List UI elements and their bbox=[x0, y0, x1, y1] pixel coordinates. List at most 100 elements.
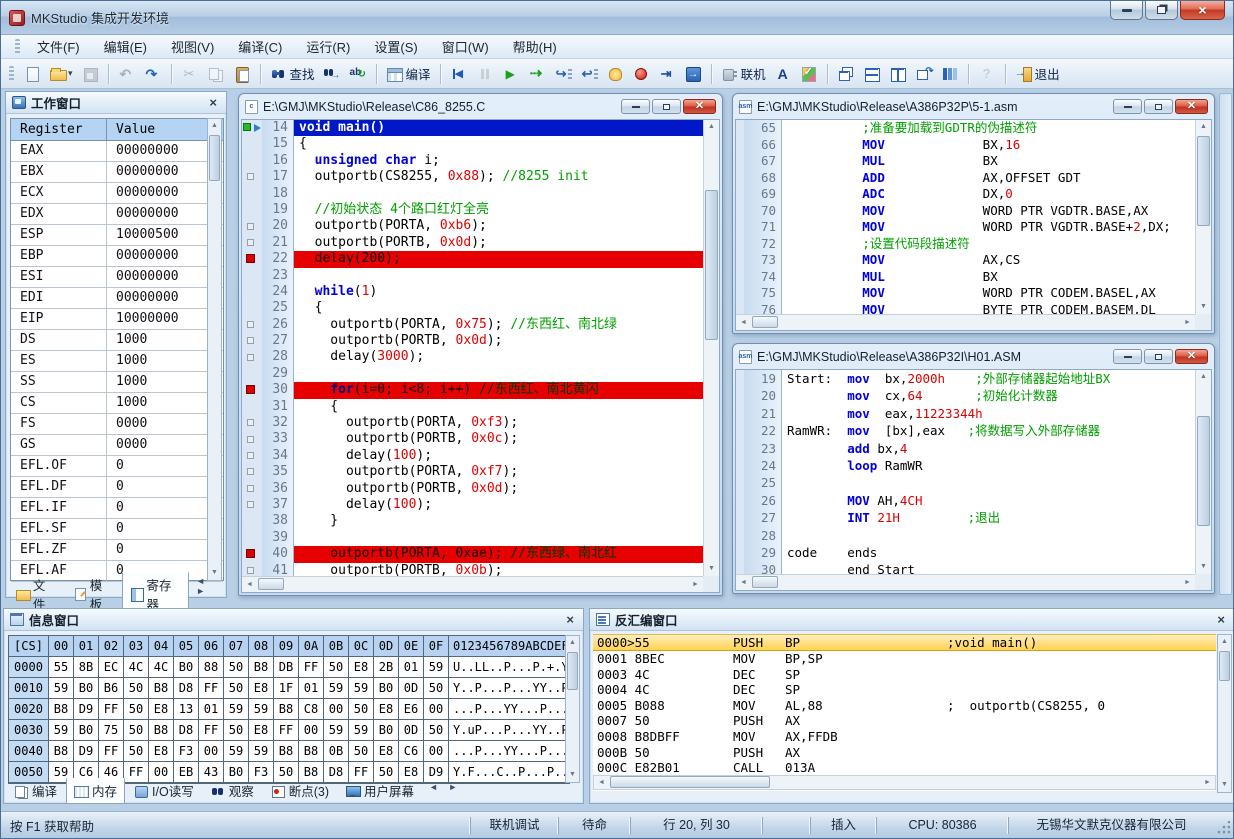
hex-byte-cell[interactable]: B8 bbox=[49, 741, 74, 762]
hex-byte-cell[interactable]: 59 bbox=[349, 720, 374, 741]
open-file-button[interactable]: ▾ bbox=[46, 63, 76, 85]
asm2-horizontal-scrollbar[interactable]: ◄ ► bbox=[736, 574, 1195, 590]
breakpoint-gutter[interactable] bbox=[736, 527, 744, 544]
asm2-code-area[interactable]: 19Start: mov bx,2000h ;外部存储器起始地址BX20 mov… bbox=[736, 370, 1195, 574]
register-table-scrollbar[interactable]: ▲ ▼ bbox=[207, 118, 222, 581]
breakpoint-gutter[interactable] bbox=[242, 235, 262, 251]
breakpoint-icon[interactable] bbox=[246, 549, 255, 558]
compile-button[interactable]: 编译 bbox=[383, 62, 434, 85]
disasm-panel-header[interactable]: 反汇编窗口 × bbox=[590, 609, 1234, 631]
register-row[interactable]: EFL.SF0 bbox=[11, 519, 223, 540]
scrollbar-thumb[interactable] bbox=[752, 576, 778, 588]
info-tab-compile[interactable]: 编译 bbox=[6, 778, 65, 804]
workspace-close-icon[interactable]: × bbox=[206, 96, 220, 110]
scrollbar-thumb[interactable] bbox=[1219, 651, 1230, 681]
register-row[interactable]: ECX00000000 bbox=[11, 183, 223, 204]
code-text[interactable]: INT 21H ;退出 bbox=[782, 509, 1195, 526]
code-line[interactable]: 25 bbox=[736, 474, 1195, 491]
hex-byte-cell[interactable]: B8 bbox=[249, 657, 274, 678]
pause-button[interactable] bbox=[473, 63, 497, 85]
code-line[interactable]: 38 } bbox=[242, 513, 703, 529]
code-line[interactable]: 27 INT 21H ;退出 bbox=[736, 509, 1195, 526]
redo-button[interactable] bbox=[141, 63, 165, 85]
code-line[interactable]: 21 mov eax,11223344h bbox=[736, 405, 1195, 422]
code-text[interactable]: ADC DX,0 bbox=[782, 186, 1195, 203]
tab-scroll-arrows[interactable]: ◄ ► bbox=[429, 778, 461, 792]
register-row[interactable]: EDI00000000 bbox=[11, 288, 223, 309]
hex-byte-cell[interactable]: FF bbox=[199, 678, 224, 699]
hex-byte-cell[interactable]: 0D bbox=[399, 678, 424, 699]
hex-byte-cell[interactable]: 59 bbox=[49, 678, 74, 699]
hex-byte-cell[interactable]: 75 bbox=[99, 720, 124, 741]
breakpoint-gutter[interactable] bbox=[242, 268, 262, 284]
hex-byte-cell[interactable]: B8 bbox=[299, 741, 324, 762]
hex-byte-cell[interactable]: 50 bbox=[224, 657, 249, 678]
code-line[interactable]: 74 MUL BX bbox=[736, 269, 1195, 286]
code-text[interactable]: end Start bbox=[782, 561, 1195, 574]
find-button[interactable]: 查找 bbox=[267, 62, 318, 85]
hex-byte-cell[interactable]: E6 bbox=[399, 699, 424, 720]
code-text[interactable]: void main() bbox=[294, 120, 703, 136]
code-text[interactable]: delay(100); bbox=[294, 448, 703, 464]
code-line[interactable]: 26 outportb(PORTA, 0x75); //东西红、南北绿 bbox=[242, 317, 703, 333]
breakpoint-gutter[interactable] bbox=[242, 464, 262, 480]
restore-button[interactable] bbox=[1145, 1, 1178, 20]
code-text[interactable]: ;设置代码段描述符 bbox=[782, 236, 1195, 253]
break-execution-button[interactable] bbox=[603, 63, 627, 85]
hex-byte-cell[interactable]: B8 bbox=[274, 741, 299, 762]
code-line[interactable]: 24 while(1) bbox=[242, 284, 703, 300]
hex-byte-cell[interactable]: 59 bbox=[49, 720, 74, 741]
code-text[interactable]: outportb(PORTB, 0x0b); bbox=[294, 563, 703, 576]
hex-byte-cell[interactable]: B0 bbox=[174, 657, 199, 678]
breakpoint-icon[interactable] bbox=[246, 254, 255, 263]
code-line[interactable]: 19 //初始状态 4个路口红灯全亮 bbox=[242, 202, 703, 218]
hex-byte-cell[interactable]: F3 bbox=[174, 741, 199, 762]
step-into-button[interactable] bbox=[551, 63, 575, 85]
code-line[interactable]: 26 MOV AH,4CH bbox=[736, 492, 1195, 509]
breakpoint-gutter[interactable] bbox=[736, 561, 744, 574]
hex-byte-cell[interactable]: D8 bbox=[174, 720, 199, 741]
code-line[interactable]: 19Start: mov bx,2000h ;外部存储器起始地址BX bbox=[736, 370, 1195, 387]
hex-byte-cell[interactable]: 00 bbox=[324, 699, 349, 720]
breakpoint-gutter[interactable] bbox=[242, 251, 262, 267]
disassembly-row[interactable]: 000B 50PUSHAX bbox=[593, 745, 1216, 761]
code-text[interactable]: outportb(PORTA, 0xb6); bbox=[294, 218, 703, 234]
breakpoint-gutter[interactable] bbox=[736, 252, 744, 269]
code-line[interactable]: 18 bbox=[242, 186, 703, 202]
register-row[interactable]: DS1000 bbox=[11, 330, 223, 351]
breakpoint-gutter[interactable] bbox=[736, 509, 744, 526]
code-text[interactable]: //初始状态 4个路口红灯全亮 bbox=[294, 202, 703, 218]
hex-byte-cell[interactable]: 59 bbox=[249, 741, 274, 762]
asm1-close-button[interactable]: ✕ bbox=[1175, 99, 1208, 114]
code-text[interactable]: MUL BX bbox=[782, 269, 1195, 286]
hex-byte-cell[interactable]: 2B bbox=[374, 657, 399, 678]
code-line[interactable]: 28 bbox=[736, 527, 1195, 544]
scroll-up-icon[interactable]: ▲ bbox=[566, 636, 579, 650]
breakpoint-gutter[interactable] bbox=[736, 405, 744, 422]
code-text[interactable]: Start: mov bx,2000h ;外部存储器起始地址BX bbox=[782, 370, 1195, 387]
code-line[interactable]: 66 MOV BX,16 bbox=[736, 137, 1195, 154]
hex-byte-cell[interactable]: B0 bbox=[374, 678, 399, 699]
hex-byte-cell[interactable]: 59 bbox=[324, 720, 349, 741]
code-text[interactable]: for(i=0; i<8; i++) //东西红、南北黄闪 bbox=[294, 382, 703, 398]
scroll-down-icon[interactable]: ▼ bbox=[1218, 778, 1231, 792]
code-text[interactable]: outportb(PORTB, 0x0d); bbox=[294, 235, 703, 251]
breakpoint-gutter[interactable] bbox=[242, 284, 262, 300]
register-row[interactable]: EBP00000000 bbox=[11, 246, 223, 267]
scroll-right-icon[interactable]: ► bbox=[1180, 575, 1195, 590]
c-code-area[interactable]: 14void main()15{16 unsigned char i;17 ou… bbox=[242, 120, 703, 576]
code-line[interactable]: 14void main() bbox=[242, 120, 703, 136]
breakpoint-gutter[interactable] bbox=[736, 120, 744, 137]
scrollbar-thumb[interactable] bbox=[610, 776, 770, 788]
c-close-button[interactable]: ✕ bbox=[683, 99, 716, 114]
code-text[interactable]: mov cx,64 ;初始化计数器 bbox=[782, 387, 1195, 404]
code-text[interactable]: ;准备要加载到GDTR的伪描述符 bbox=[782, 120, 1195, 137]
window-list-button[interactable] bbox=[938, 63, 962, 85]
code-line[interactable]: 29 bbox=[242, 366, 703, 382]
code-line[interactable]: 37 delay(100); bbox=[242, 497, 703, 513]
scrollbar-thumb[interactable] bbox=[705, 190, 718, 340]
hex-byte-cell[interactable]: 59 bbox=[249, 699, 274, 720]
tile-horizontal-button[interactable] bbox=[860, 63, 884, 85]
breakpoint-gutter[interactable] bbox=[736, 153, 744, 170]
hex-byte-cell[interactable]: B0 bbox=[74, 720, 99, 741]
